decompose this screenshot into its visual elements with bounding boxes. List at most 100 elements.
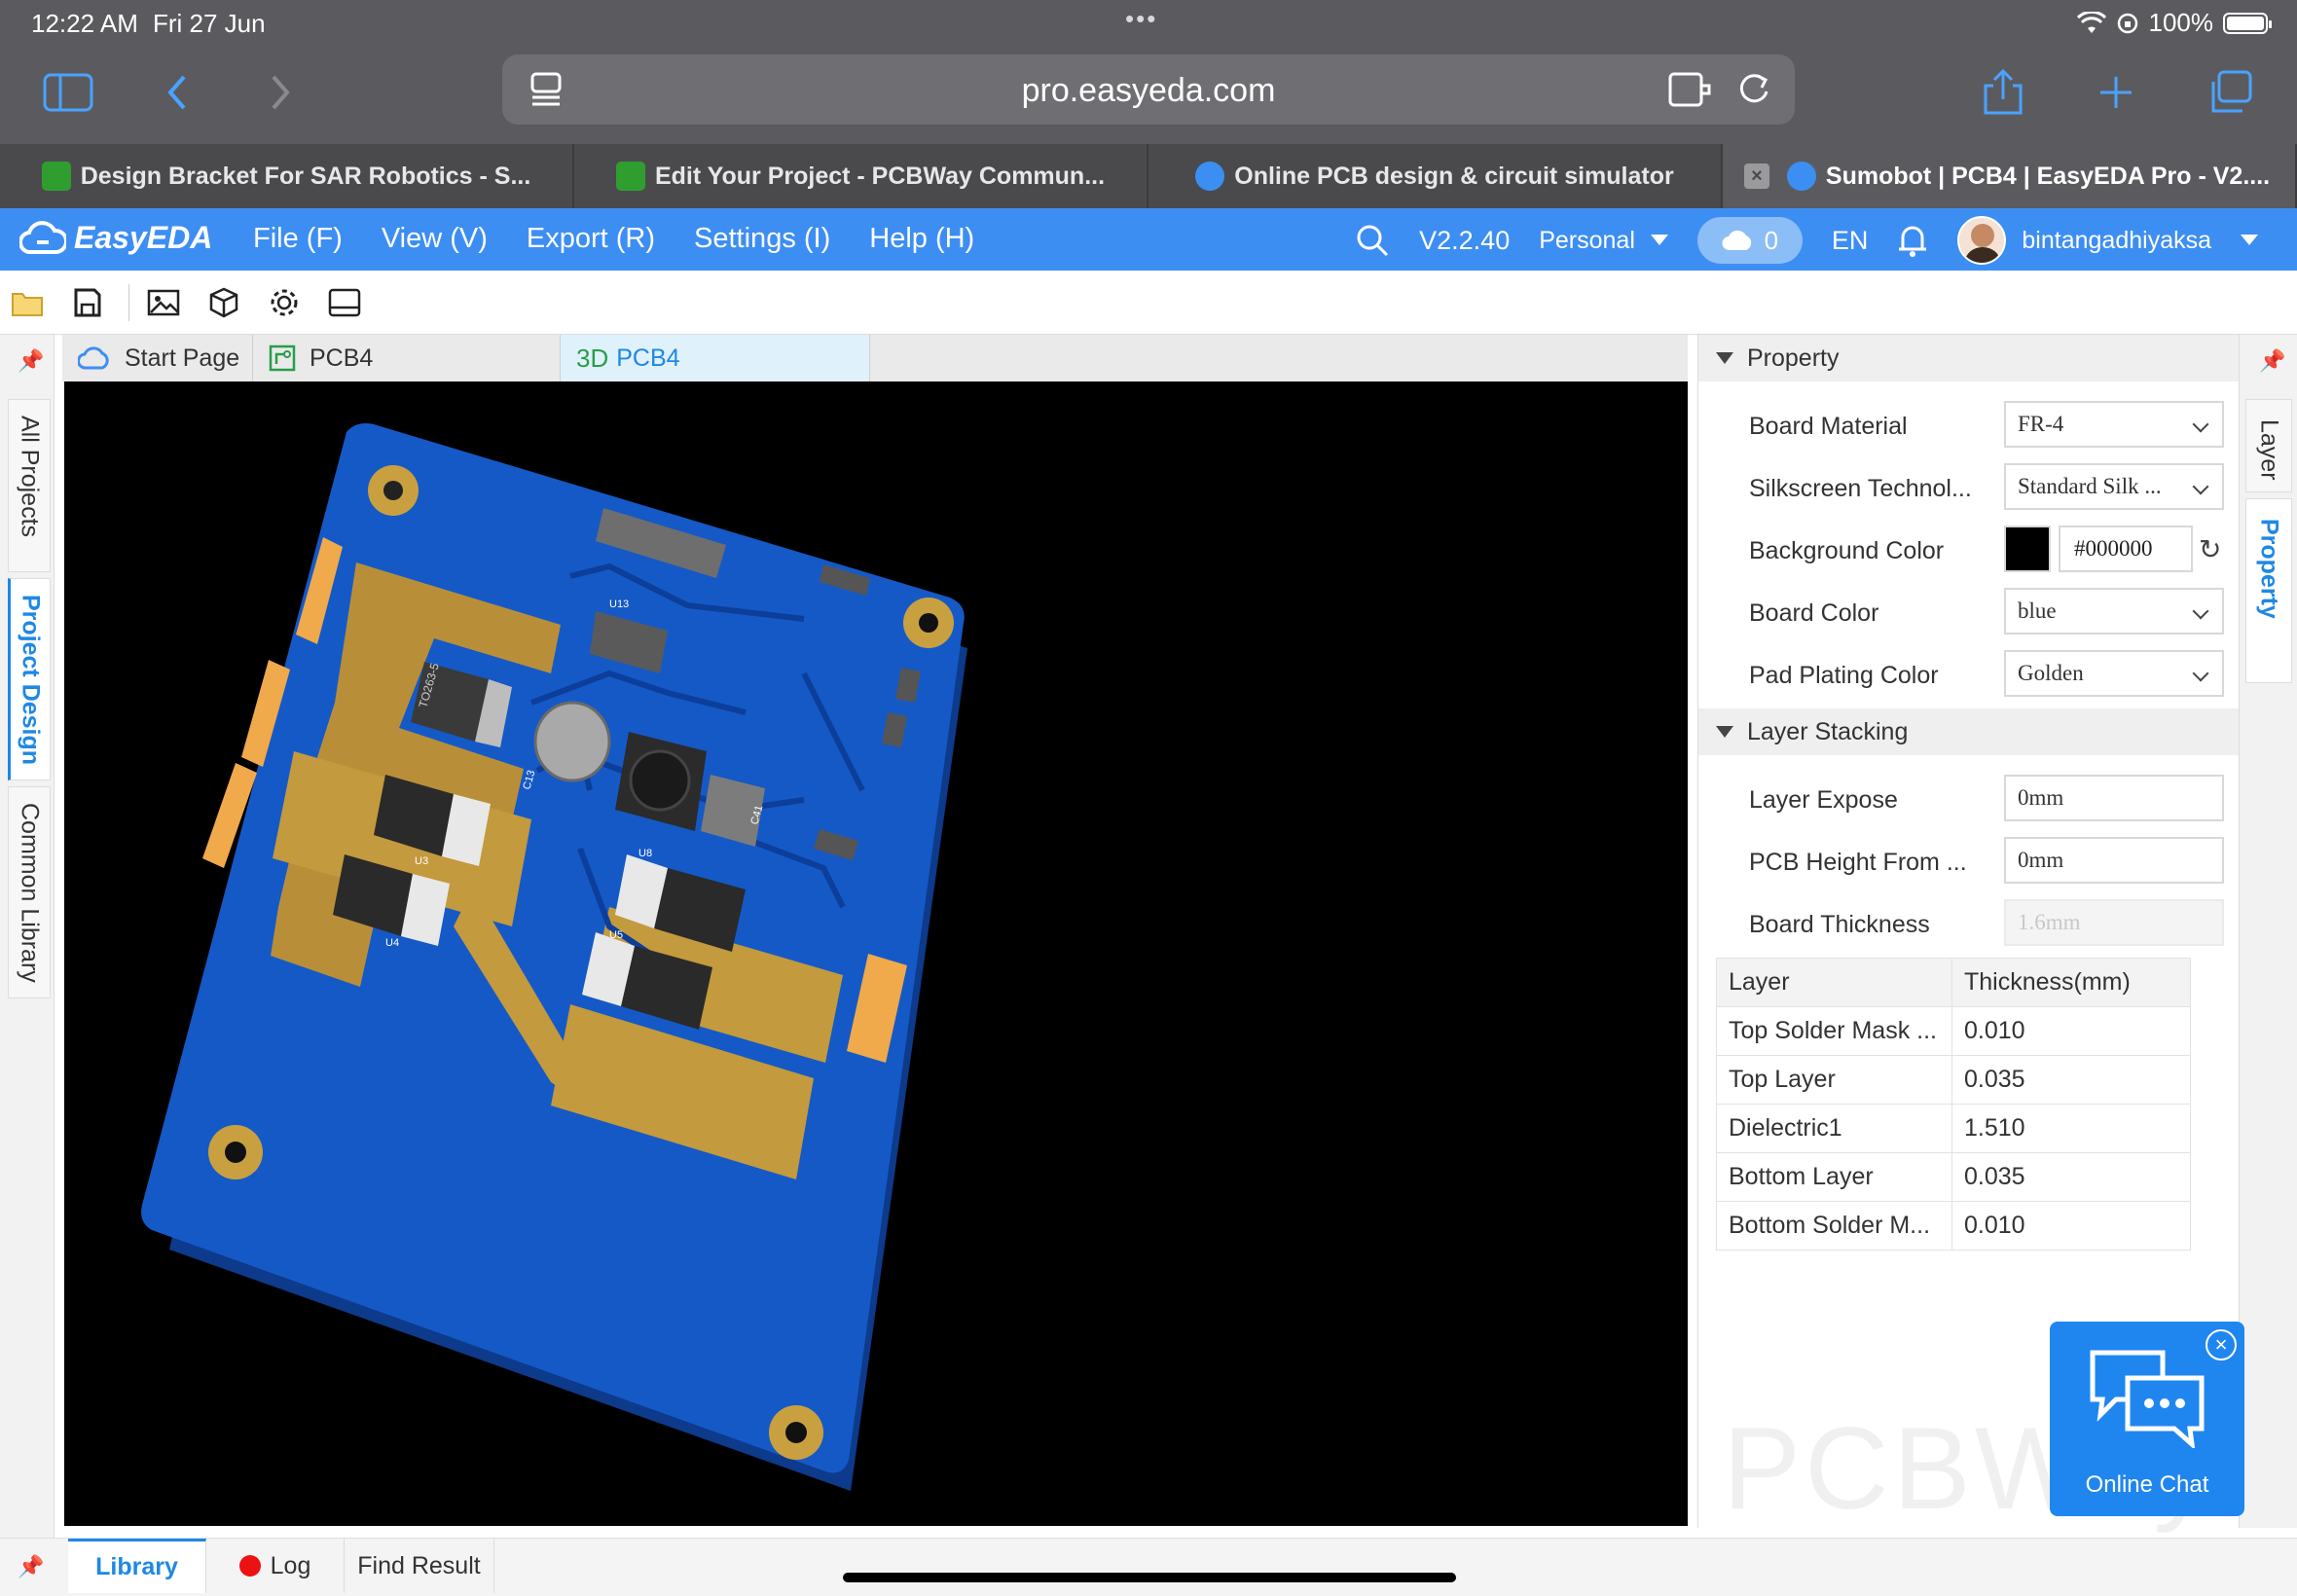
tab-pcb4[interactable]: PCB4 [253,335,561,381]
online-chat-label: Online Chat [2085,1471,2209,1498]
tab-layer[interactable]: Layer [2245,399,2292,492]
cloud-upload-icon [1722,230,1751,251]
app-header: EasyEDA File (F) View (V) Export (R) Set… [0,208,2297,271]
tab-3d-pcb4[interactable]: 3D PCB4 [561,335,870,381]
cell-layer: Bottom Layer [1716,1152,1952,1202]
browser-tab-active[interactable]: × Sumobot | PCB4 | EasyEDA Pro - V2.... [1723,144,2297,208]
tab-overview-icon[interactable] [2202,66,2260,119]
cloud-count: 0 [1764,225,1779,255]
table-row[interactable]: Dielectric1 1.510 [1716,1104,2191,1153]
board-color-select[interactable]: blue [2004,588,2224,635]
browser-tab[interactable]: Design Bracket For SAR Robotics - S... [0,144,574,208]
section-title: Layer Stacking [1747,717,1909,745]
row-pcb-height: PCB Height From ... 0mm [1698,831,2240,893]
status-time: 12:22 AM [31,9,138,38]
cell-layer: Top Solder Mask ... [1716,1006,1952,1056]
table-row[interactable]: Bottom Layer 0.035 [1716,1152,2191,1202]
pin-icon[interactable]: 📌 [18,348,44,374]
address-bar[interactable]: pro.easyeda.com [502,54,1795,125]
tab-all-projects[interactable]: All Projects [8,399,51,572]
save-icon[interactable] [68,284,107,321]
silkscreen-select[interactable]: Standard Silk ... [2004,463,2224,510]
avatar[interactable] [1957,216,2007,265]
browser-tab[interactable]: Online PCB design & circuit simulator [1148,144,1723,208]
image-export-icon[interactable] [144,284,183,321]
silk-label: U5 [609,929,623,941]
silk-label: U3 [415,855,428,867]
tab-find-result[interactable]: Find Result [345,1539,494,1593]
folder-icon[interactable] [8,284,47,321]
bell-icon[interactable] [1897,224,1928,257]
workspace-select[interactable]: Personal [1539,227,1668,255]
left-panel-strip: 📌 All Projects Project Design Common Lib… [0,335,55,1538]
tab-common-library[interactable]: Common Library [8,786,51,998]
language-select[interactable]: EN [1832,226,1869,256]
browser-tab-label: Design Bracket For SAR Robotics - S... [80,162,531,190]
sidebar-toggle-icon[interactable] [39,66,97,119]
board-material-select[interactable]: FR-4 [2004,401,2224,448]
tab-label: PCB4 [310,344,374,372]
menu-file[interactable]: File (F) [253,223,343,255]
menu-help[interactable]: Help (H) [869,223,974,255]
menu-settings[interactable]: Settings (I) [694,223,830,255]
browser-tab[interactable]: Edit Your Project - PCBWay Commun... [574,144,1148,208]
username[interactable]: bintangadhiyaksa [2022,227,2211,255]
gear-icon[interactable] [265,284,304,321]
menu-export[interactable]: Export (R) [527,223,655,255]
home-indicator[interactable] [843,1573,1456,1582]
close-tab-icon[interactable]: × [1744,163,1769,189]
translate-icon[interactable] [1668,72,1711,107]
browser-tab-label: Online PCB design & circuit simulator [1234,162,1674,190]
tab-project-design[interactable]: Project Design [8,578,51,780]
cloud-sync-button[interactable]: 0 [1696,217,1803,264]
search-icon[interactable] [1355,223,1390,258]
layer-stacking-header[interactable]: Layer Stacking [1698,708,2240,755]
reload-icon[interactable] [1736,70,1771,107]
share-icon[interactable] [1974,66,2032,119]
pad-plating-label: Pad Plating Color [1749,662,1939,689]
online-chat-button[interactable]: × Online Chat [2050,1322,2244,1516]
back-icon[interactable] [148,66,206,119]
user-caret-down-icon[interactable] [2241,235,2258,246]
app-logo[interactable]: EasyEDA [19,220,212,256]
silk-label: U8 [638,848,652,859]
tab-log[interactable]: Log [206,1539,345,1593]
new-tab-icon[interactable] [2087,66,2145,119]
pin-icon[interactable]: 📌 [2259,348,2285,374]
col-layer: Layer [1716,958,1952,1007]
bottom-panel-bar: 📌 Library Log Find Result [0,1538,2297,1596]
forward-icon[interactable] [251,66,310,119]
safari-toolbar: pro.easyeda.com [0,47,2297,144]
tab-property[interactable]: Property [2245,498,2292,683]
main-menu: File (F) View (V) Export (R) Settings (I… [253,223,974,255]
pad-plating-select[interactable]: Golden [2004,650,2224,697]
board-color-label: Board Color [1749,599,1879,627]
status-date: Fri 27 Jun [153,9,266,38]
cell-layer: Dielectric1 [1716,1104,1952,1153]
menu-view[interactable]: View (V) [382,223,488,255]
property-section-header[interactable]: Property [1698,335,2240,381]
table-row[interactable]: Top Solder Mask ... 0.010 [1716,1006,2191,1056]
table-row[interactable]: Top Layer 0.035 [1716,1055,2191,1105]
reset-color-icon[interactable]: ↻ [2199,533,2221,565]
tab-library[interactable]: Library [68,1539,206,1593]
right-panel-strip: 📌 Layer Property [2239,335,2297,1528]
browser-tab-label: Sumobot | PCB4 | EasyEDA Pro - V2.... [1825,162,2271,190]
table-row[interactable]: Bottom Solder M... 0.010 [1716,1201,2191,1251]
pin-icon[interactable]: 📌 [18,1554,44,1579]
tab-start-page[interactable]: Start Page [62,335,253,381]
close-icon[interactable]: × [2206,1329,2237,1360]
layer-expose-input[interactable]: 0mm [2004,775,2224,821]
panel-toggle-icon[interactable] [325,284,364,321]
url-text: pro.easyeda.com [1021,72,1276,109]
background-color-input[interactable]: #000000 [2059,526,2193,572]
multitask-dots-icon[interactable]: ••• [1125,4,1157,34]
3d-model-export-icon[interactable] [204,284,243,321]
3d-viewport[interactable]: TO263-5 U13 C13 C41 U3 U4 U8 U5 [64,381,1688,1526]
pcb-height-input[interactable]: 0mm [2004,837,2224,884]
browser-tab-strip: Design Bracket For SAR Robotics - S... E… [0,144,2297,208]
toolbar-divider [128,284,129,321]
browser-tab-label: Edit Your Project - PCBWay Commun... [654,162,1106,190]
background-color-swatch[interactable] [2004,526,2051,572]
pcb-height-label: PCB Height From ... [1749,849,1967,876]
